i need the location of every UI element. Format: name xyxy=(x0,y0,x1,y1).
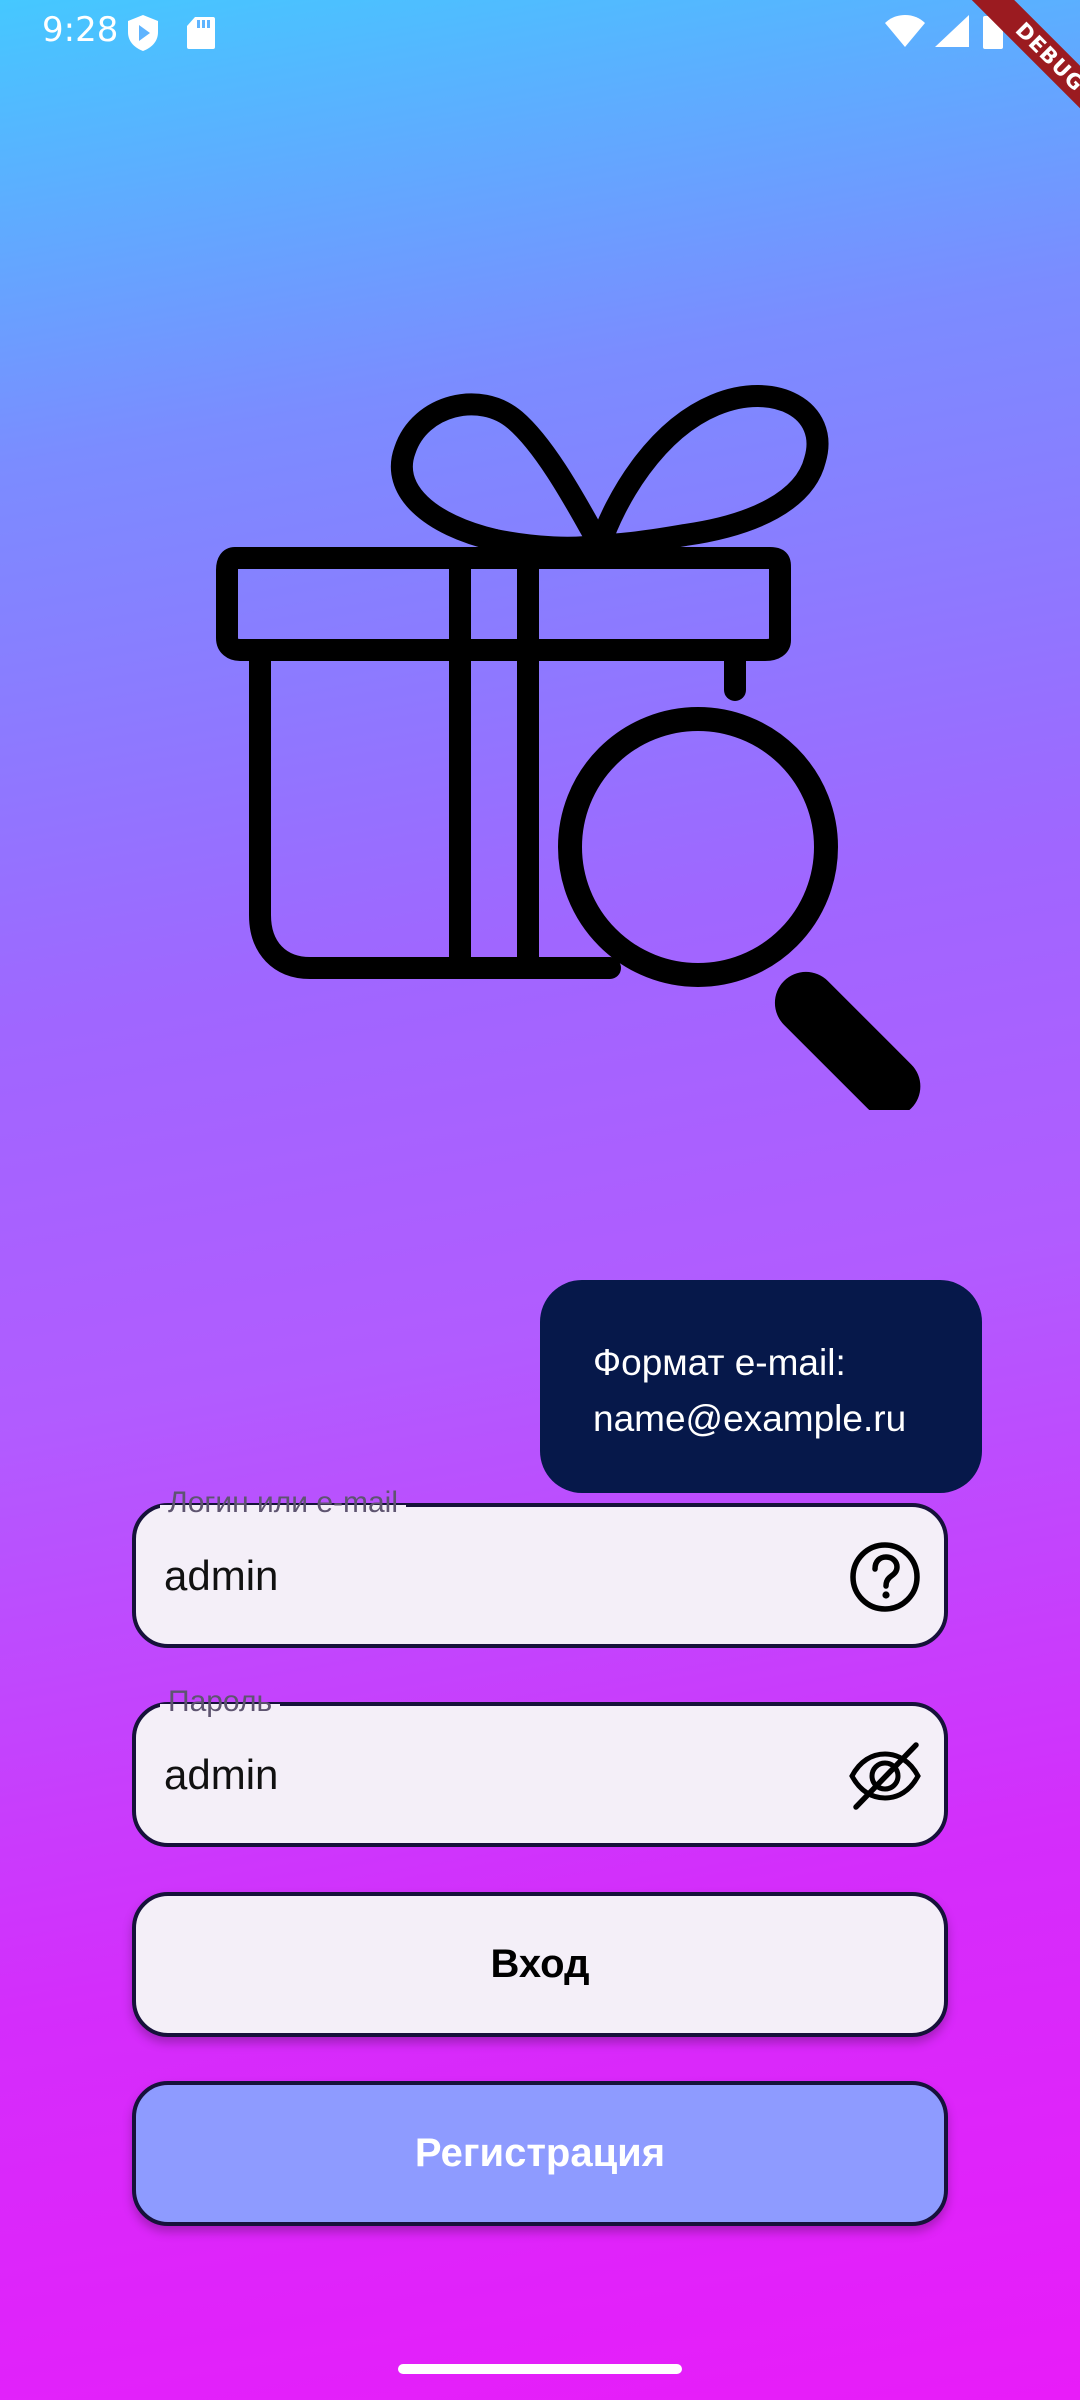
tooltip-line-1: Формат e-mail: xyxy=(593,1342,846,1383)
visibility-off-icon[interactable] xyxy=(848,1739,922,1813)
tooltip-line-2: name@example.ru xyxy=(593,1398,907,1439)
login-input[interactable]: admin xyxy=(164,1507,764,1644)
shield-play-icon xyxy=(128,15,158,51)
gift-search-icon xyxy=(216,385,921,1110)
login-button[interactable]: Вход xyxy=(132,1892,948,2037)
status-bar: 9:28 xyxy=(0,0,1080,64)
status-time: 9:28 xyxy=(42,10,119,50)
home-indicator[interactable] xyxy=(398,2364,682,2374)
email-format-tooltip: Формат e-mail: name@example.ru xyxy=(540,1280,982,1493)
debug-banner: DEBUG xyxy=(940,0,1080,140)
wifi-icon xyxy=(885,15,925,47)
register-button[interactable]: Регистрация xyxy=(132,2081,948,2226)
help-circle-icon[interactable] xyxy=(848,1540,922,1614)
sd-card-icon xyxy=(187,17,215,49)
login-field[interactable]: Логин или e-mail admin xyxy=(132,1483,948,1648)
password-input[interactable]: admin xyxy=(164,1706,764,1843)
password-field[interactable]: Пароль admin xyxy=(132,1682,948,1847)
debug-label: DEBUG xyxy=(968,0,1080,139)
